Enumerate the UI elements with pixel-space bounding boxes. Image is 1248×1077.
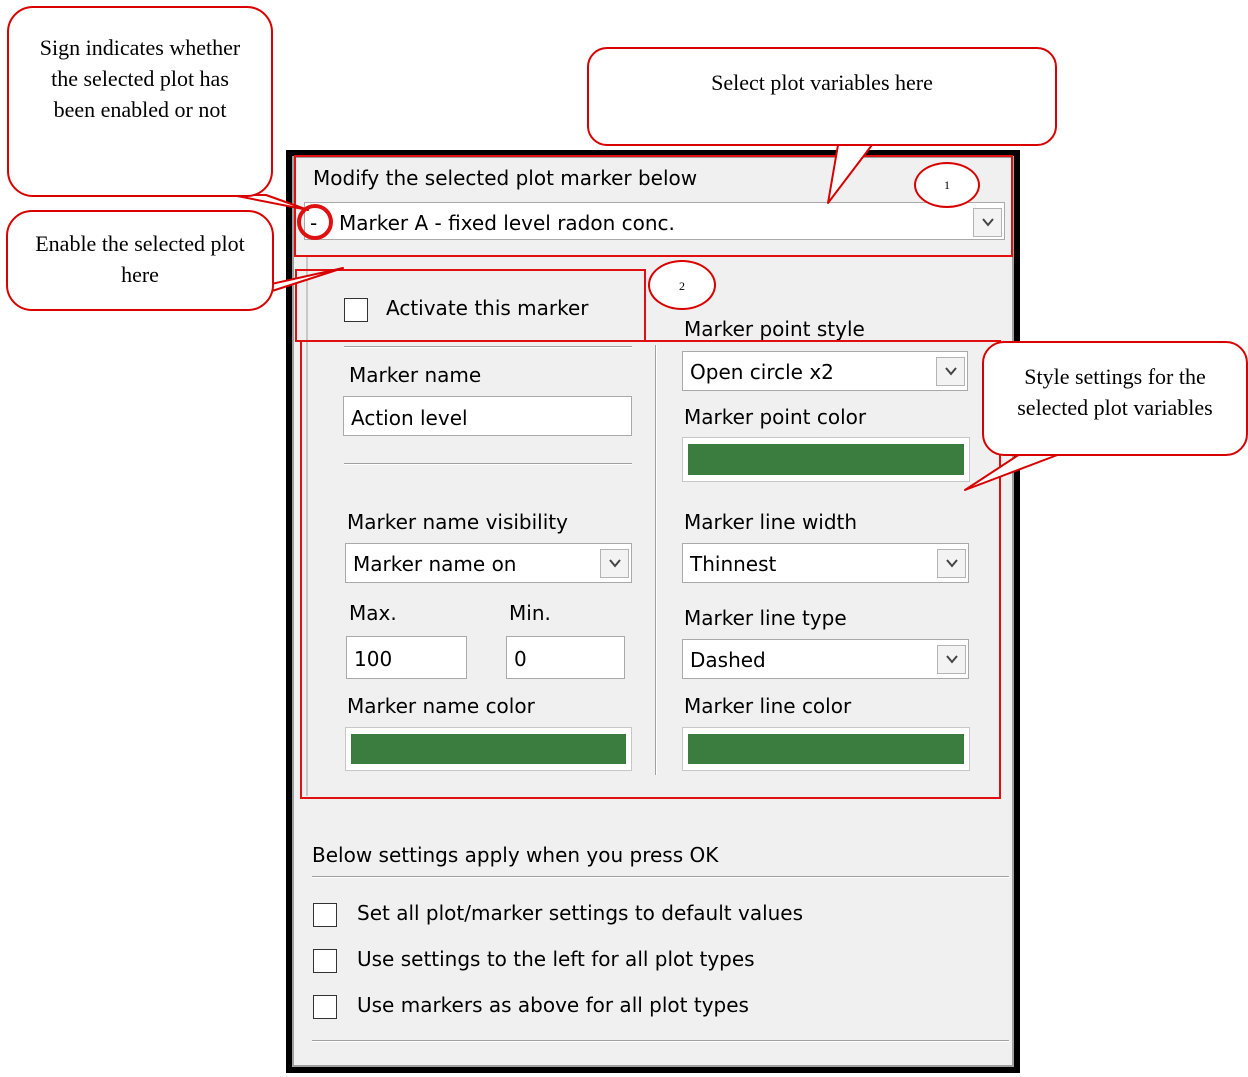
annotation-number-2: 2 [648,260,716,310]
callout-select-text: Select plot variables here [711,70,933,95]
callout-sign: Sign indicates whether the selected plot… [7,6,273,197]
pointer-style [964,453,1061,491]
pointer-select [827,144,873,204]
callout-select: Select plot variables here [587,47,1057,146]
callout-sign-text: Sign indicates whether the selected plot… [39,35,241,122]
callout-style: Style settings for the selected plot var… [982,341,1248,456]
callout-enable-text: Enable the selected plot here [35,231,245,287]
callout-style-text: Style settings for the selected plot var… [1017,364,1213,420]
sign-highlight-ring [297,204,333,240]
annotation-number-1: 1 [914,162,980,208]
callout-enable: Enable the selected plot here [6,210,274,311]
pointer-sign [231,194,309,211]
